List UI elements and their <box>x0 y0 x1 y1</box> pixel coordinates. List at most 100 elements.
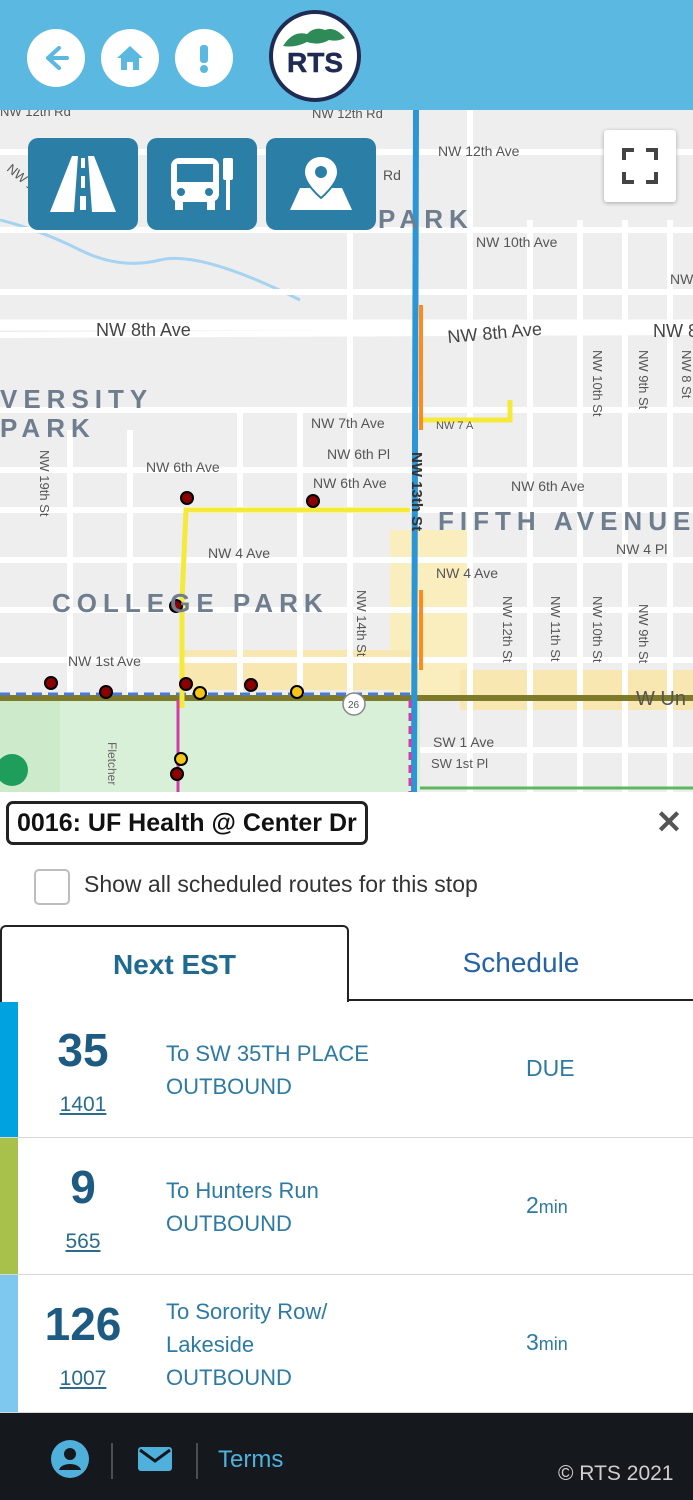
show-all-routes-label[interactable]: Show all scheduled routes for this stop <box>84 871 478 898</box>
street-label: NW 8 St <box>679 350 693 399</box>
alerts-button[interactable] <box>175 29 233 87</box>
rts-logo[interactable]: RTS <box>269 10 361 102</box>
area-label: PARK <box>378 204 474 234</box>
user-button[interactable] <box>50 1439 90 1479</box>
direction-line: OUTBOUND <box>166 1365 292 1390</box>
direction-line: OUTBOUND <box>166 1211 292 1236</box>
divider <box>111 1443 113 1479</box>
eta: 2min <box>526 1192 568 1219</box>
destination-line: To Sorority Row/ <box>166 1299 328 1324</box>
divider <box>196 1443 198 1479</box>
street-label: NW 4 Ave <box>208 545 270 561</box>
street-label: NW 14th St <box>354 590 369 657</box>
street-label: NW 6th Ave <box>313 475 387 491</box>
street-label: Fletcher <box>105 742 119 785</box>
back-button[interactable] <box>27 29 85 87</box>
bus-stop-marker[interactable] <box>193 686 207 700</box>
destination: To SW 35TH PLACE OUTBOUND <box>166 1037 369 1103</box>
route-color-bar <box>0 1275 18 1412</box>
route-number: 35 <box>57 1024 109 1076</box>
area-label: COLLEGE PARK <box>52 588 329 618</box>
street-label: NW 10th Ave <box>476 234 558 250</box>
home-button[interactable] <box>101 29 159 87</box>
bus-stops-layer-button[interactable] <box>147 138 257 230</box>
street-label: NW 13th St <box>408 452 425 531</box>
bus-stop-marker[interactable] <box>306 494 320 508</box>
rts-logo-icon: RTS <box>279 28 351 78</box>
bus-stop-marker[interactable] <box>174 752 188 766</box>
show-all-routes-checkbox[interactable] <box>34 869 70 905</box>
destination: To Hunters Run OUTBOUND <box>166 1174 319 1240</box>
bus-stop-icon <box>171 158 233 210</box>
street-label: NW 19th St <box>37 450 52 517</box>
location-layer-button[interactable] <box>266 138 376 230</box>
close-button[interactable]: ✕ <box>652 804 686 840</box>
route-map[interactable]: NW 12th Rd NW 12th Rd NW 12th Ave Rd PAR… <box>0 110 693 792</box>
bus-stop-marker[interactable] <box>170 767 184 781</box>
street-label: NW 12th Ave <box>438 143 520 159</box>
street-label: NW 10th St <box>590 596 605 663</box>
area-label: FIFTH AVENUE <box>438 506 693 536</box>
user-icon <box>51 1440 89 1478</box>
street-label: NW 1st Ave <box>68 653 141 669</box>
vehicle-link[interactable]: 1007 <box>18 1367 148 1391</box>
destination-line: Lakeside <box>166 1332 255 1357</box>
bus-stop-marker[interactable] <box>244 678 258 692</box>
eta-unit: min <box>538 1334 568 1354</box>
bus-stop-marker[interactable] <box>180 491 194 505</box>
tab-next-est[interactable]: Next EST <box>0 925 349 1002</box>
area-label: VERSITY <box>0 384 153 414</box>
arrival-row[interactable]: 9 565 To Hunters Run OUTBOUND 2min <box>0 1138 693 1275</box>
fullscreen-button[interactable] <box>604 130 676 202</box>
eta-value: DUE <box>526 1055 575 1081</box>
bus-stop-marker[interactable] <box>290 685 304 699</box>
bus-stop-marker[interactable] <box>99 685 113 699</box>
eta-unit: min <box>538 1197 568 1217</box>
arrow-left-icon <box>46 46 69 70</box>
street-label: NW 12th Rd <box>0 110 71 119</box>
route-number: 9 <box>70 1161 96 1213</box>
road-layer-button[interactable] <box>28 138 138 230</box>
street-label: NW 6th Pl <box>327 446 390 462</box>
vehicle-link[interactable]: 1401 <box>18 1093 148 1117</box>
fullscreen-icon <box>622 148 658 184</box>
arrival-row[interactable]: 126 1007 To Sorority Row/ Lakeside OUTBO… <box>0 1275 693 1413</box>
bus-stop-marker[interactable] <box>44 676 58 690</box>
tab-schedule[interactable]: Schedule <box>349 925 693 1001</box>
street-label: NW 4 Ave <box>436 565 498 581</box>
eta: 3min <box>526 1329 568 1356</box>
road-icon <box>50 156 116 212</box>
street-label: Rd <box>383 167 401 183</box>
direction-line: OUTBOUND <box>166 1074 292 1099</box>
street-label: NW 12th St <box>500 596 515 663</box>
exclamation-icon <box>200 45 208 73</box>
route-color-bar <box>0 1138 18 1274</box>
bus-stop-marker[interactable] <box>179 677 193 691</box>
street-label: W Un <box>636 688 686 710</box>
terms-link[interactable]: Terms <box>218 1446 283 1474</box>
eta: DUE <box>526 1055 575 1082</box>
mail-icon <box>138 1447 172 1471</box>
route-number: 126 <box>44 1298 122 1350</box>
street-label: NW 4 Pl <box>616 541 667 557</box>
home-icon <box>117 46 143 70</box>
street-label: NW 12th Rd <box>312 110 383 121</box>
street-label: NW 8 <box>653 321 693 341</box>
stop-title: 0016: UF Health @ Center Dr <box>6 801 368 845</box>
map-pin-icon <box>290 154 352 210</box>
street-label: NW 7 A <box>436 420 474 432</box>
area-label: PARK <box>0 413 96 443</box>
street-label: SW 1st Pl <box>431 756 488 771</box>
arrival-row[interactable]: 35 1401 To SW 35TH PLACE OUTBOUND DUE <box>0 1001 693 1138</box>
eta-value: 2 <box>526 1192 539 1218</box>
eta-value: 3 <box>526 1329 539 1355</box>
arrival-tabs: Next EST Schedule <box>0 925 693 1002</box>
vehicle-link[interactable]: 565 <box>18 1230 148 1254</box>
street-label: NW 7th Ave <box>311 415 385 431</box>
destination: To Sorority Row/ Lakeside OUTBOUND <box>166 1295 327 1394</box>
street-label: NW 11th St <box>548 596 563 662</box>
street-label: NW 6th Ave <box>146 459 220 475</box>
street-label: NW 9th St <box>636 350 651 410</box>
mail-button[interactable] <box>135 1439 175 1479</box>
street-label: NW 6th Ave <box>511 478 585 494</box>
